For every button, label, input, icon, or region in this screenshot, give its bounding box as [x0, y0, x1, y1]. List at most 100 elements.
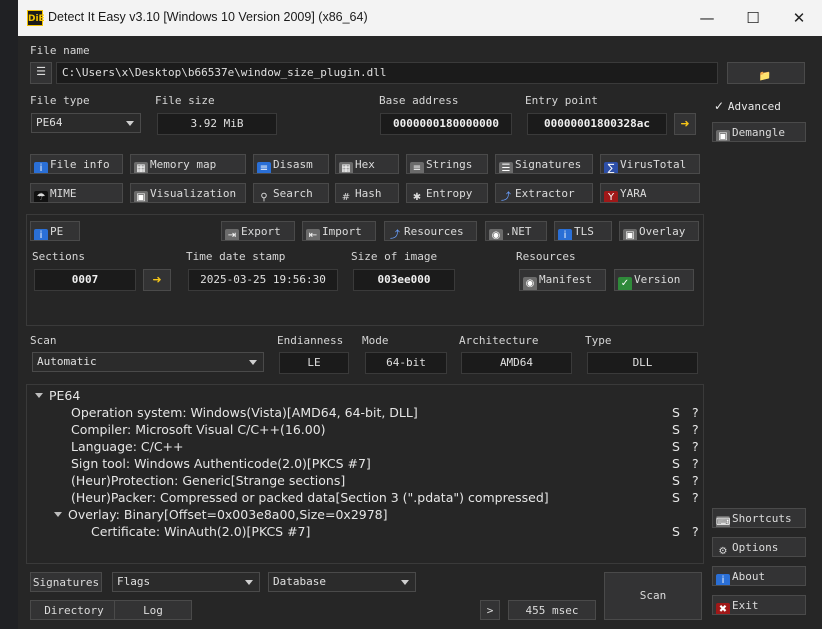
net-button[interactable]: ◉ .NET — [485, 221, 547, 241]
result-item[interactable]: Language: C/C++ — [71, 439, 184, 454]
signature-link[interactable]: S — [672, 490, 680, 505]
version-button[interactable]: ✓ Version — [614, 269, 694, 291]
visualization-label: Visualization — [150, 187, 237, 200]
extractor-icon: ⤴ — [501, 192, 511, 203]
signature-link[interactable]: S — [672, 456, 680, 471]
extractor-button[interactable]: ⤴ Extractor — [495, 183, 593, 203]
scan-time-label: 455 msec — [508, 600, 596, 620]
scan-mode-value: Automatic — [37, 355, 97, 368]
exit-button[interactable]: ✖ Exit — [712, 595, 806, 615]
scan-button[interactable]: Scan — [604, 572, 702, 620]
chevron-down-icon — [35, 393, 43, 398]
manifest-button[interactable]: ◉ Manifest — [519, 269, 606, 291]
signature-link[interactable]: S — [672, 422, 680, 437]
signature-link[interactable]: S — [672, 439, 680, 454]
yara-button[interactable]: Y YARA — [600, 183, 700, 203]
log-button[interactable]: Log — [114, 600, 192, 620]
about-button[interactable]: i About — [712, 566, 806, 586]
file-type-value: PE64 — [36, 116, 63, 129]
type-label: Type — [585, 334, 612, 347]
signatures-button[interactable]: ☰ Signatures — [495, 154, 593, 174]
file-info-button[interactable]: i File info — [30, 154, 123, 174]
help-link[interactable]: ? — [692, 439, 699, 454]
advanced-checkbox[interactable]: ✓ Advanced — [714, 99, 781, 113]
close-icon[interactable]: ✕ — [776, 0, 822, 36]
disasm-button[interactable]: ≡ Disasm — [253, 154, 329, 174]
strings-label: Strings — [426, 158, 473, 171]
entropy-button[interactable]: ✱ Entropy — [406, 183, 488, 203]
tree-root-label: PE64 — [49, 388, 81, 403]
file-path-field[interactable]: C:\Users\x\Desktop\b66537e\window_size_p… — [56, 62, 718, 84]
file-type-select[interactable]: PE64 — [31, 113, 141, 133]
overlay-label: Overlay — [639, 225, 686, 238]
more-button[interactable]: > — [480, 600, 500, 620]
help-link[interactable]: ? — [692, 473, 699, 488]
help-link[interactable]: ? — [692, 490, 699, 505]
result-item[interactable]: Certificate: WinAuth(2.0)[PKCS #7] — [91, 524, 310, 539]
virustotal-button[interactable]: ∑ VirusTotal — [600, 154, 700, 174]
help-link[interactable]: ? — [692, 456, 699, 471]
arrow-right-icon: ➜ — [680, 117, 690, 130]
file-name-label: File name — [30, 44, 90, 57]
tree-root[interactable]: PE64 — [35, 388, 80, 403]
help-link[interactable]: ? — [692, 422, 699, 437]
result-item[interactable]: Compiler: Microsoft Visual C/C++(16.00) — [71, 422, 326, 437]
scan-results-tree[interactable]: PE64 Operation system: Windows(Vista)[AM… — [26, 384, 704, 564]
import-button[interactable]: ⇤ Import — [302, 221, 376, 241]
result-item[interactable]: Sign tool: Windows Authenticode(2.0)[PKC… — [71, 456, 371, 471]
scan-mode-select[interactable]: Automatic — [32, 352, 264, 372]
search-button[interactable]: ⚲ Search — [253, 183, 329, 203]
overlay-node[interactable]: Overlay: Binary[Offset=0x003e8a00,Size=0… — [54, 507, 388, 522]
result-item[interactable]: (Heur)Protection: Generic[Strange sectio… — [71, 473, 345, 488]
export-button[interactable]: ⇥ Export — [221, 221, 295, 241]
visualization-button[interactable]: ▣ Visualization — [130, 183, 246, 203]
pe-label: PE — [50, 225, 64, 238]
time-date-stamp-field: 2025-03-25 19:56:30 — [188, 269, 338, 291]
mime-button[interactable]: ☂ MIME — [30, 183, 123, 203]
minimize-icon[interactable]: — — [684, 0, 730, 36]
sections-label: Sections — [32, 250, 85, 263]
hash-button[interactable]: # Hash — [335, 183, 399, 203]
directory-button[interactable]: Directory — [30, 600, 118, 620]
sections-go-button[interactable]: ➜ — [143, 269, 171, 291]
database-select[interactable]: Database — [268, 572, 416, 592]
strings-button[interactable]: ≡ Strings — [406, 154, 488, 174]
help-link[interactable]: ? — [692, 524, 699, 539]
maximize-icon[interactable]: ☐ — [730, 0, 776, 36]
database-value: Database — [273, 575, 326, 588]
signatures-bottom-button[interactable]: Signatures — [30, 572, 102, 592]
overlay-button[interactable]: ▣ Overlay — [619, 221, 699, 241]
flags-select[interactable]: Flags — [112, 572, 260, 592]
memory-map-button[interactable]: ▦ Memory map — [130, 154, 246, 174]
shortcuts-button[interactable]: ⌨ Shortcuts — [712, 508, 806, 528]
entry-point-label: Entry point — [525, 94, 598, 107]
file-size-label: File size — [155, 94, 215, 107]
options-label: Options — [732, 541, 779, 554]
result-item[interactable]: (Heur)Packer: Compressed or packed data[… — [71, 490, 549, 505]
sections-field: 0007 — [34, 269, 136, 291]
signature-link[interactable]: S — [672, 473, 680, 488]
info-icon: i — [34, 162, 48, 173]
chevron-down-icon — [245, 580, 253, 585]
signature-link[interactable]: S — [672, 405, 680, 420]
architecture-field: AMD64 — [461, 352, 572, 374]
options-button[interactable]: ⚙ Options — [712, 537, 806, 557]
import-icon: ⇤ — [306, 229, 320, 240]
signature-link[interactable]: S — [672, 524, 680, 539]
help-link[interactable]: ? — [692, 405, 699, 420]
chevron-down-icon — [249, 360, 257, 365]
resources-button[interactable]: ⤴ Resources — [384, 221, 477, 241]
scan-label: Scan — [30, 334, 57, 347]
demangle-button[interactable]: ▣ Demangle — [712, 122, 806, 142]
open-file-button[interactable]: 📁 — [727, 62, 805, 84]
entry-point-go-button[interactable]: ➜ — [674, 113, 696, 135]
hex-button[interactable]: ▦ Hex — [335, 154, 399, 174]
manifest-label: Manifest — [539, 273, 592, 286]
entry-point-field: 00000001800328ac — [527, 113, 667, 135]
result-item[interactable]: Operation system: Windows(Vista)[AMD64, … — [71, 405, 418, 420]
shortcuts-label: Shortcuts — [732, 512, 792, 525]
pe-button[interactable]: i PE — [30, 221, 80, 241]
menu-icon[interactable]: ☰ — [30, 62, 52, 84]
tls-button[interactable]: i TLS — [554, 221, 612, 241]
base-address-label: Base address — [379, 94, 459, 107]
